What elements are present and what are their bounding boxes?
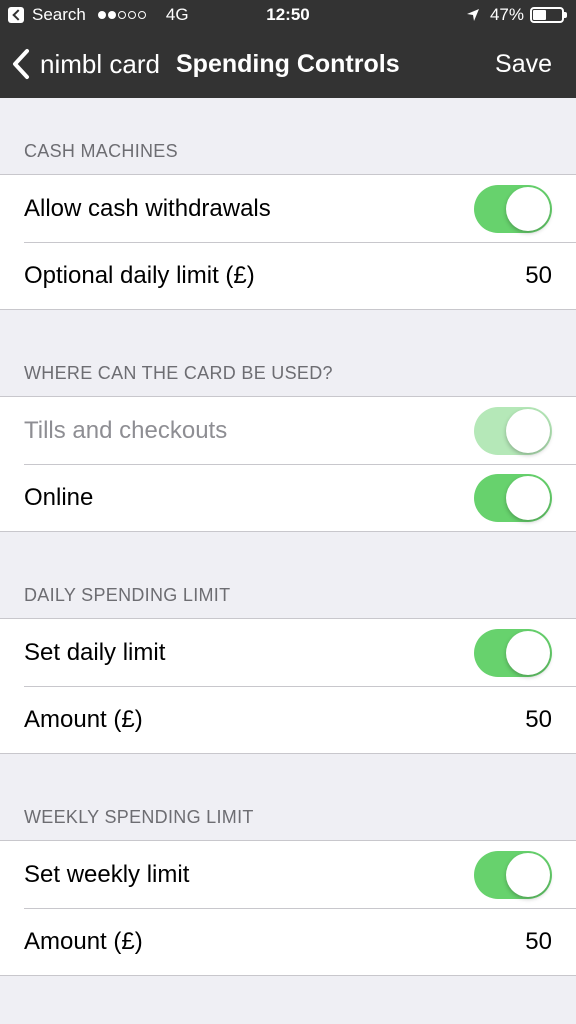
allow-cash-row: Allow cash withdrawals (0, 175, 576, 242)
tills-toggle (474, 407, 552, 455)
daily-amount-label: Amount (£) (24, 705, 143, 733)
daily-amount-value[interactable]: 50 (525, 706, 552, 734)
battery-icon (530, 7, 567, 23)
tills-row: Tills and checkouts (0, 397, 576, 464)
section-header-cash: CASH MACHINES (24, 141, 178, 161)
set-weekly-limit-toggle[interactable] (474, 851, 552, 899)
back-label: nimbl card (40, 48, 160, 79)
section-weekly-limit: Set weekly limit Amount (£) 50 (0, 840, 576, 976)
cash-daily-limit-row[interactable]: Optional daily limit (£) 50 (0, 242, 576, 309)
page-title: Spending Controls (176, 50, 400, 78)
online-toggle[interactable] (474, 474, 552, 522)
weekly-amount-label: Amount (£) (24, 927, 143, 955)
save-button[interactable]: Save (495, 50, 552, 79)
set-weekly-limit-row: Set weekly limit (0, 841, 576, 908)
tills-label: Tills and checkouts (24, 416, 228, 444)
allow-cash-toggle[interactable] (474, 185, 552, 233)
set-weekly-limit-label: Set weekly limit (24, 860, 190, 888)
section-header-usage: WHERE CAN THE CARD BE USED? (24, 363, 333, 383)
back-button[interactable]: nimbl card (10, 48, 160, 80)
set-daily-limit-row: Set daily limit (0, 619, 576, 686)
set-daily-limit-label: Set daily limit (24, 638, 166, 666)
cash-daily-limit-label: Optional daily limit (£) (24, 261, 255, 289)
chevron-left-icon (13, 49, 29, 79)
allow-cash-label: Allow cash withdrawals (24, 194, 271, 222)
section-cash-machines: Allow cash withdrawals Optional daily li… (0, 174, 576, 310)
status-bar: Search 4G 12:50 47% (0, 0, 576, 32)
navigation-bar: nimbl card Spending Controls Save (0, 32, 576, 98)
section-card-usage: Tills and checkouts Online (0, 396, 576, 532)
cash-daily-limit-value[interactable]: 50 (525, 262, 552, 290)
daily-amount-row[interactable]: Amount (£) 50 (0, 686, 576, 753)
weekly-amount-row[interactable]: Amount (£) 50 (0, 908, 576, 975)
section-daily-limit: Set daily limit Amount (£) 50 (0, 618, 576, 754)
battery-percent: 47% (489, 5, 524, 24)
set-daily-limit-toggle[interactable] (474, 629, 552, 677)
status-right: 47% (466, 5, 567, 25)
section-header-daily: DAILY SPENDING LIMIT (24, 585, 231, 605)
weekly-amount-value[interactable]: 50 (525, 928, 552, 956)
location-arrow-icon (466, 9, 479, 21)
section-header-weekly: WEEKLY SPENDING LIMIT (24, 807, 254, 827)
settings-list: CASH MACHINES Allow cash withdrawals Opt… (0, 98, 576, 976)
online-label: Online (24, 483, 94, 511)
online-row: Online (0, 464, 576, 531)
